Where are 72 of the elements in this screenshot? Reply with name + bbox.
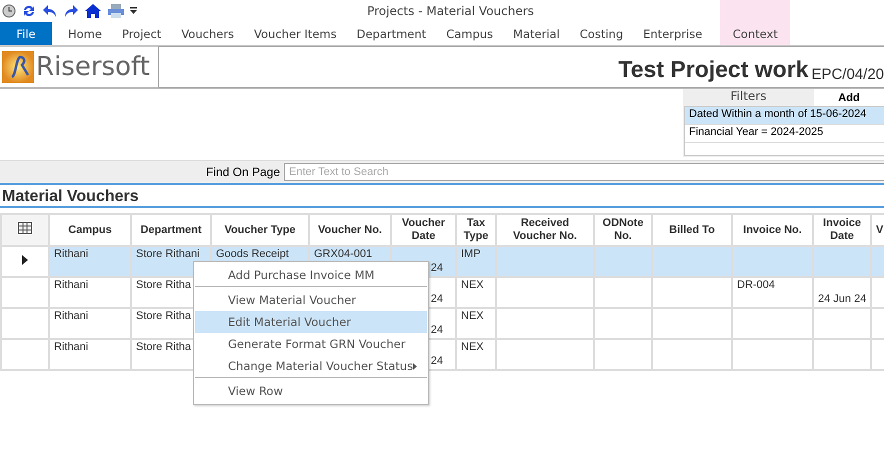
sun-logo-icon [2,51,34,83]
menu-item[interactable]: Generate Format GRN Voucher [195,333,427,355]
table-cell: NEX [461,279,484,291]
printer-icon[interactable] [107,3,125,19]
table-cell: Rithani [54,310,88,322]
filters-title: Filters [730,89,768,105]
column-header[interactable]: Voucher Type [211,214,309,246]
ribbon-tab[interactable]: Campus [436,22,504,45]
find-label: Find On Page [206,165,280,179]
ribbon-tab[interactable]: Vouchers [171,22,244,45]
column-header[interactable]: Invoice Date [813,214,871,246]
table-cell: GRX04-001 [314,248,372,260]
column-header[interactable]: Voucher No. [309,214,391,246]
ribbon-tab[interactable]: Costing [570,22,634,45]
ribbon-tab[interactable]: File [0,22,52,45]
ribbon-tab[interactable]: Context [720,0,790,45]
column-header[interactable]: Invoice No. [732,214,813,246]
menu-item[interactable]: Add Purchase Invoice MM [195,264,427,287]
ribbon-tab[interactable]: Home [58,22,112,45]
table-cell: Store Ritha [136,310,192,322]
column-header[interactable]: V [871,214,884,246]
undo-icon[interactable] [42,3,58,19]
redo-icon[interactable] [63,3,79,19]
column-header[interactable]: Voucher Date [391,214,456,246]
table-cell: 24 [430,293,443,305]
table-cell: NEX [461,310,484,322]
ribbon-tab[interactable]: Voucher Items [244,22,347,45]
menu-item[interactable]: Change Material Voucher Status [195,355,427,378]
table-cell: 24 [430,262,443,274]
clock-icon[interactable] [2,4,16,18]
menu-item[interactable]: Edit Material Voucher [195,311,427,333]
column-header[interactable]: Campus [49,214,131,246]
table-cell: DR-004 [737,279,775,291]
ribbon-tab[interactable]: Material [503,22,570,45]
ribbon-tab[interactable]: Department [346,22,436,45]
project-title: Test Project work [618,56,808,83]
filter-item[interactable]: Dated Within a month of 15-06-2024 [685,107,884,125]
table-cell: Rithani [54,279,88,291]
ribbon-tab[interactable]: Enterprise [633,22,712,45]
table-cell: 24 [430,355,443,367]
filter-item[interactable]: Financial Year = 2024-2025 [685,125,884,143]
grid-icon[interactable] [18,222,32,234]
menu-item[interactable]: View Material Voucher [195,289,427,311]
submenu-arrow-icon [413,362,417,370]
column-header[interactable]: Department [131,214,211,246]
column-header[interactable]: Received Voucher No. [496,214,594,246]
table-cell: Goods Receipt [216,248,289,260]
table-cell: 24 [430,324,443,336]
window-title: Projects - Material Vouchers [366,4,535,18]
column-header[interactable]: Billed To [652,214,732,246]
table-cell: IMP [461,248,481,260]
home-icon[interactable] [84,3,102,19]
dropdown-caret-icon[interactable] [130,7,137,15]
table-cell: Store Ritha [136,279,192,291]
menu-item[interactable]: View Row [195,380,427,402]
ribbon-tab[interactable]: Project [112,22,172,45]
column-header[interactable]: ODNote No. [594,214,652,246]
table-cell: NEX [461,341,484,353]
section-title: Material Vouchers [0,183,884,208]
table-cell: Rithani [54,248,88,260]
project-code: EPC/04/20 [811,66,884,83]
search-field[interactable]: Enter Text to Search [284,163,884,181]
table-cell: Store Rithani [136,248,200,260]
row-pointer-icon [22,255,28,265]
brand-name: Risersoft [36,52,151,82]
row-selector[interactable] [1,246,49,277]
table-cell: 24 Jun 24 [818,293,866,305]
table-cell: Rithani [54,341,88,353]
refresh-icon[interactable] [21,3,37,19]
column-header[interactable]: Tax Type [456,214,496,246]
table-cell: Store Ritha [136,341,192,353]
add-filter-button[interactable]: Add [814,89,884,106]
